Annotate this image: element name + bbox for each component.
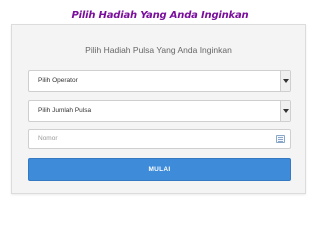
chevron-down-icon[interactable]: [280, 71, 290, 91]
chevron-down-icon[interactable]: [280, 101, 290, 121]
operator-select-value: Pilih Operator: [38, 77, 78, 84]
pulsa-amount-select[interactable]: Pilih Jumlah Pulsa: [28, 100, 291, 122]
form-title: Pilih Hadiah Pulsa Yang Anda Inginkan: [85, 45, 232, 55]
operator-select[interactable]: Pilih Operator: [28, 70, 291, 92]
phone-number-placeholder: Nomor: [38, 135, 58, 142]
keyboard-icon[interactable]: [276, 135, 285, 143]
pulsa-amount-select-value: Pilih Jumlah Pulsa: [38, 107, 92, 114]
phone-number-input[interactable]: Nomor: [28, 129, 291, 149]
page-banner-title: Pilih Hadiah Yang Anda Inginkan: [71, 10, 249, 21]
start-button[interactable]: MULAI: [28, 158, 291, 181]
prize-form-card: Pilih Hadiah Pulsa Yang Anda Inginkan Pi…: [11, 24, 306, 194]
